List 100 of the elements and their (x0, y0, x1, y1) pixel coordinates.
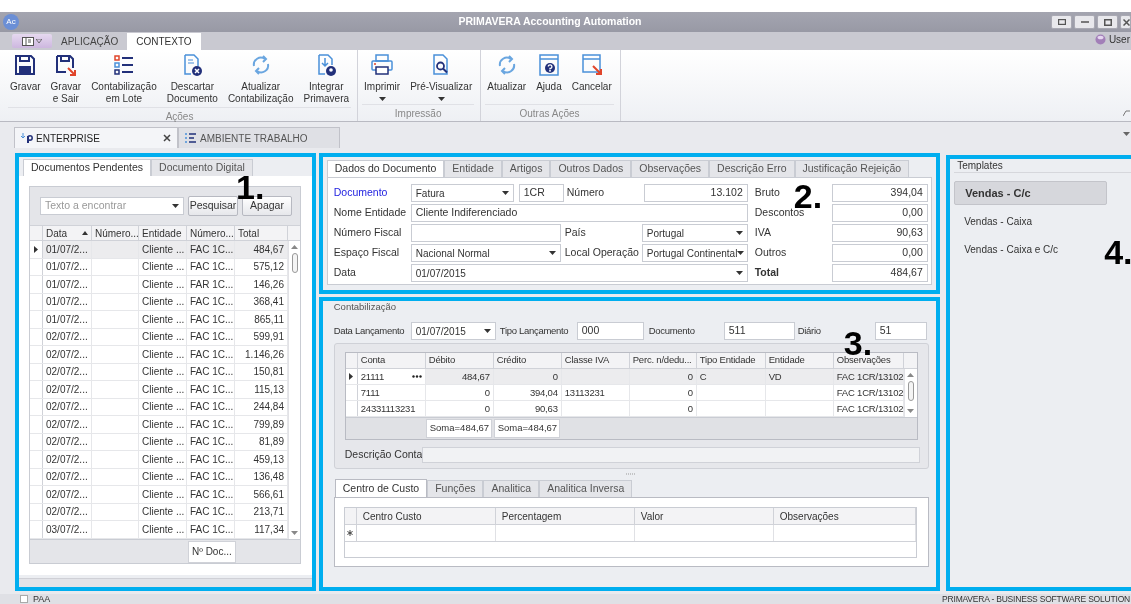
column-header[interactable]: Número... (92, 226, 139, 240)
dropdown-field[interactable]: 01/07/2015 (410, 264, 748, 282)
table-row[interactable]: 01/07/2... Cliente ... FAR 1C... 146,26 (30, 276, 288, 294)
table-row[interactable]: 03/07/2... Cliente ... FAC 1C... 117,34 (30, 521, 288, 539)
app-menu-button[interactable] (12, 34, 52, 48)
column-header[interactable]: Data (43, 226, 92, 240)
column-header[interactable]: Percentagem (495, 508, 635, 524)
table-row[interactable]: 02/07/2... Cliente ... FAC 1C... 566,61 (30, 486, 288, 504)
scroll-up-icon[interactable] (907, 373, 915, 378)
ribbon-button[interactable]: Gravar (8, 53, 43, 105)
dropdown-field[interactable]: Portugal Continental (641, 244, 748, 262)
table-row[interactable]: 02/07/2... Cliente ... FAC 1C... 1.146,26 (30, 346, 288, 364)
column-header[interactable]: Tipo Entidade (696, 353, 766, 369)
template-item[interactable]: Vendas - C/c (954, 181, 1108, 205)
ribbon-button[interactable]: Contabilização em Lote (89, 53, 159, 105)
tab[interactable]: Outros Dados (550, 160, 632, 177)
ribbon-button[interactable]: Cancelar (569, 53, 614, 102)
column-header[interactable]: Classe IVA (561, 353, 630, 369)
table-cell: Cliente ... (139, 398, 187, 415)
ellipsis-icon[interactable] (411, 375, 422, 379)
ribbon-tab[interactable]: APLICAÇÃO (52, 33, 128, 50)
tab[interactable]: Centro de Custo (334, 479, 428, 497)
column-header[interactable]: Conta (357, 353, 426, 369)
tab[interactable]: Funções (427, 480, 484, 497)
tab[interactable]: Artigos (501, 160, 551, 177)
document-tab[interactable]: AMBIENTE TRABALHO (178, 127, 340, 148)
column-header[interactable]: Débito (425, 353, 494, 369)
ribbon-button[interactable]: Atualizar Contabilização (225, 53, 296, 105)
close-icon[interactable] (163, 134, 171, 142)
tab[interactable]: Analitica Inversa (539, 480, 633, 497)
ribbon-button[interactable]: Descartar Documento (164, 53, 220, 105)
text-field[interactable]: 0,00 (831, 244, 928, 262)
dropdown-field[interactable]: 01/07/2015 (410, 322, 496, 340)
template-item[interactable]: Vendas - Caixa (954, 209, 1108, 233)
tab[interactable]: Descrição Erro (709, 160, 795, 177)
text-field[interactable]: 1CR (518, 184, 564, 202)
scroll-down-icon[interactable] (907, 409, 915, 414)
table-cell: 21111 (360, 369, 385, 384)
column-header[interactable]: Observações (773, 508, 916, 524)
document-tab[interactable]: ENTERPRISE (14, 127, 178, 148)
ribbon-button[interactable]: Gravar e Sair (48, 53, 84, 105)
table-row[interactable]: 7111 0 394,04 13113231 0 FAC 1CR/13102 (345, 385, 904, 402)
column-header[interactable]: Número... (187, 226, 235, 240)
ribbon-button[interactable]: Imprimir (362, 53, 403, 102)
text-field[interactable]: 000 (576, 322, 644, 340)
table-row[interactable]: 02/07/2... Cliente ... FAC 1C... 799,89 (30, 416, 288, 434)
table-row[interactable]: 24331113231 0 90,63 0 FAC 1CR/13102 (345, 401, 904, 418)
tab[interactable]: Entidade (444, 160, 502, 177)
dropdown-field[interactable]: Nacional Normal (410, 244, 561, 262)
ribbon-tab[interactable]: CONTEXTO (127, 33, 201, 50)
ribbon-button[interactable]: Atualizar (485, 53, 529, 102)
text-field[interactable]: 51 (874, 322, 927, 340)
column-header[interactable]: Crédito (493, 353, 562, 369)
button[interactable]: Pesquisar (188, 196, 238, 216)
tab[interactable]: Documentos Pendentes (23, 159, 152, 176)
scroll-thumb[interactable] (291, 253, 298, 273)
tab[interactable]: Justificação Rejeição (794, 160, 910, 177)
text-field[interactable]: 13.102 (643, 184, 748, 202)
ribbon-button[interactable]: Integrar Primavera (301, 53, 352, 105)
tab[interactable]: Dados do Documento (326, 160, 445, 177)
window-button[interactable] (1097, 15, 1118, 29)
table-cell: 02/07/2... (43, 451, 92, 468)
scroll-down-icon[interactable] (291, 531, 298, 535)
window-button[interactable] (1074, 15, 1095, 29)
scroll-up-icon[interactable] (291, 245, 298, 249)
text-field[interactable]: 394,04 (831, 184, 928, 202)
text-field[interactable]: 484,67 (831, 264, 928, 282)
text-field[interactable] (410, 224, 561, 242)
text-field[interactable]: Cliente Indiferenciado (410, 204, 748, 222)
column-header[interactable]: Entidade (765, 353, 834, 369)
text-field[interactable] (421, 447, 920, 463)
window-button[interactable] (1120, 15, 1131, 29)
table-row[interactable]: 02/07/2... Cliente ... FAC 1C... 459,13 (30, 451, 288, 469)
column-header[interactable]: Valor (634, 508, 774, 524)
field-label: Número (566, 185, 606, 201)
text-field[interactable]: 90,63 (831, 224, 928, 242)
tab[interactable]: Documento Digital (151, 159, 253, 176)
ribbon-button[interactable]: Ajuda (534, 53, 564, 102)
tab[interactable]: Analitica (483, 480, 540, 497)
collapse-ribbon-icon[interactable] (1123, 110, 1130, 117)
window-button[interactable] (1051, 15, 1072, 29)
dropdown-caret-icon (378, 97, 386, 101)
field-label: Tipo Lançamento (499, 323, 570, 338)
column-header[interactable]: Entidade (139, 226, 187, 240)
table-row[interactable]: 01/07/2... Cliente ... FAC 1C... 484,67 (30, 241, 288, 259)
column-header[interactable]: Total (235, 226, 288, 240)
table-row[interactable]: 21111 484,67 0 0 C VD FAC 1CR/13102 (345, 369, 904, 386)
text-field[interactable]: 511 (723, 322, 795, 340)
dropdown-field[interactable]: Portugal (641, 224, 748, 242)
dropdown-field[interactable]: Fatura (410, 184, 514, 202)
scrollbar[interactable] (288, 241, 300, 539)
text-field[interactable]: 0,00 (831, 204, 928, 222)
table-row[interactable]: 01/07/2... Cliente ... FAC 1C... 865,11 (30, 311, 288, 329)
scroll-thumb[interactable] (907, 381, 914, 402)
table-row[interactable]: 02/07/2... Cliente ... FAC 1C... 115,13 (30, 381, 288, 399)
column-header[interactable]: Perc. n/dedu... (629, 353, 697, 369)
tab[interactable]: Observações (631, 160, 710, 177)
column-header[interactable]: Centro Custo (356, 508, 496, 524)
dropdown-caret-icon[interactable] (1123, 132, 1130, 136)
ribbon-button[interactable]: Pré-Visualizar (408, 53, 475, 102)
